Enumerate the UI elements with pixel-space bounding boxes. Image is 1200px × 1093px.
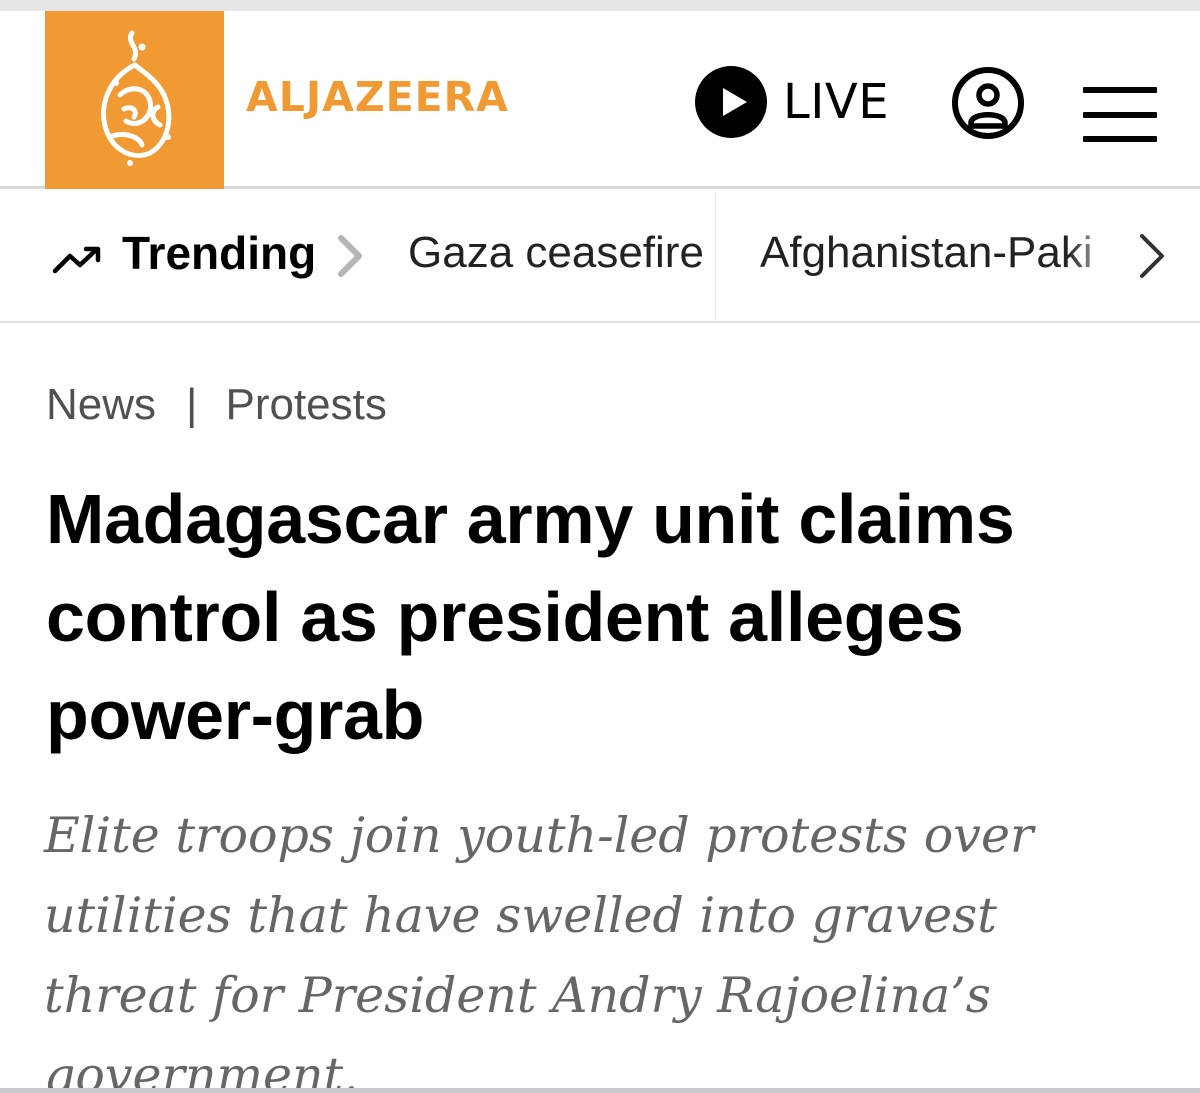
breadcrumb-protests[interactable]: Protests	[225, 380, 386, 430]
status-strip	[0, 0, 1200, 11]
menu-button[interactable]	[1083, 87, 1157, 143]
trending-divider	[715, 192, 716, 321]
aljazeera-logo[interactable]	[45, 11, 224, 189]
account-button[interactable]	[951, 66, 1025, 140]
menu-icon-bar	[1083, 136, 1157, 142]
breadcrumb-separator: |	[186, 380, 198, 429]
account-icon	[952, 67, 1024, 139]
trending-item-gaza-ceasefire[interactable]: Gaza ceasefire	[408, 228, 704, 278]
article-headline: Madagascar army unit claims control as p…	[46, 480, 1015, 754]
scroll-right-chevron-icon[interactable]	[1134, 232, 1170, 280]
aljazeera-calligraphy-icon	[100, 30, 171, 166]
trending-label[interactable]: Trending	[122, 226, 316, 280]
menu-icon-bar	[1083, 112, 1157, 118]
live-label: LIVE	[783, 74, 890, 130]
trending-item-afghanistan-pakistan[interactable]: Afghanistan-Paki	[760, 228, 1115, 278]
menu-icon	[1083, 87, 1157, 93]
breadcrumb: News | Protests	[46, 380, 387, 430]
article-summary: Elite troops join youth-led protests ove…	[44, 807, 1034, 1093]
site-header: ALJAZEERA LIVE	[0, 11, 1200, 189]
scroll-fade	[1068, 200, 1128, 310]
breadcrumb-news[interactable]: News	[46, 380, 156, 430]
live-button[interactable]: LIVE	[695, 66, 889, 138]
trending-up-icon	[52, 246, 101, 274]
brand-wordmark[interactable]: ALJAZEERA	[246, 73, 509, 121]
play-icon	[695, 66, 767, 138]
bottom-divider	[0, 1088, 1200, 1093]
chevron-right-icon	[338, 235, 362, 277]
page: ALJAZEERA LIVE Trending Gaza ceasefire A…	[0, 0, 1200, 1093]
